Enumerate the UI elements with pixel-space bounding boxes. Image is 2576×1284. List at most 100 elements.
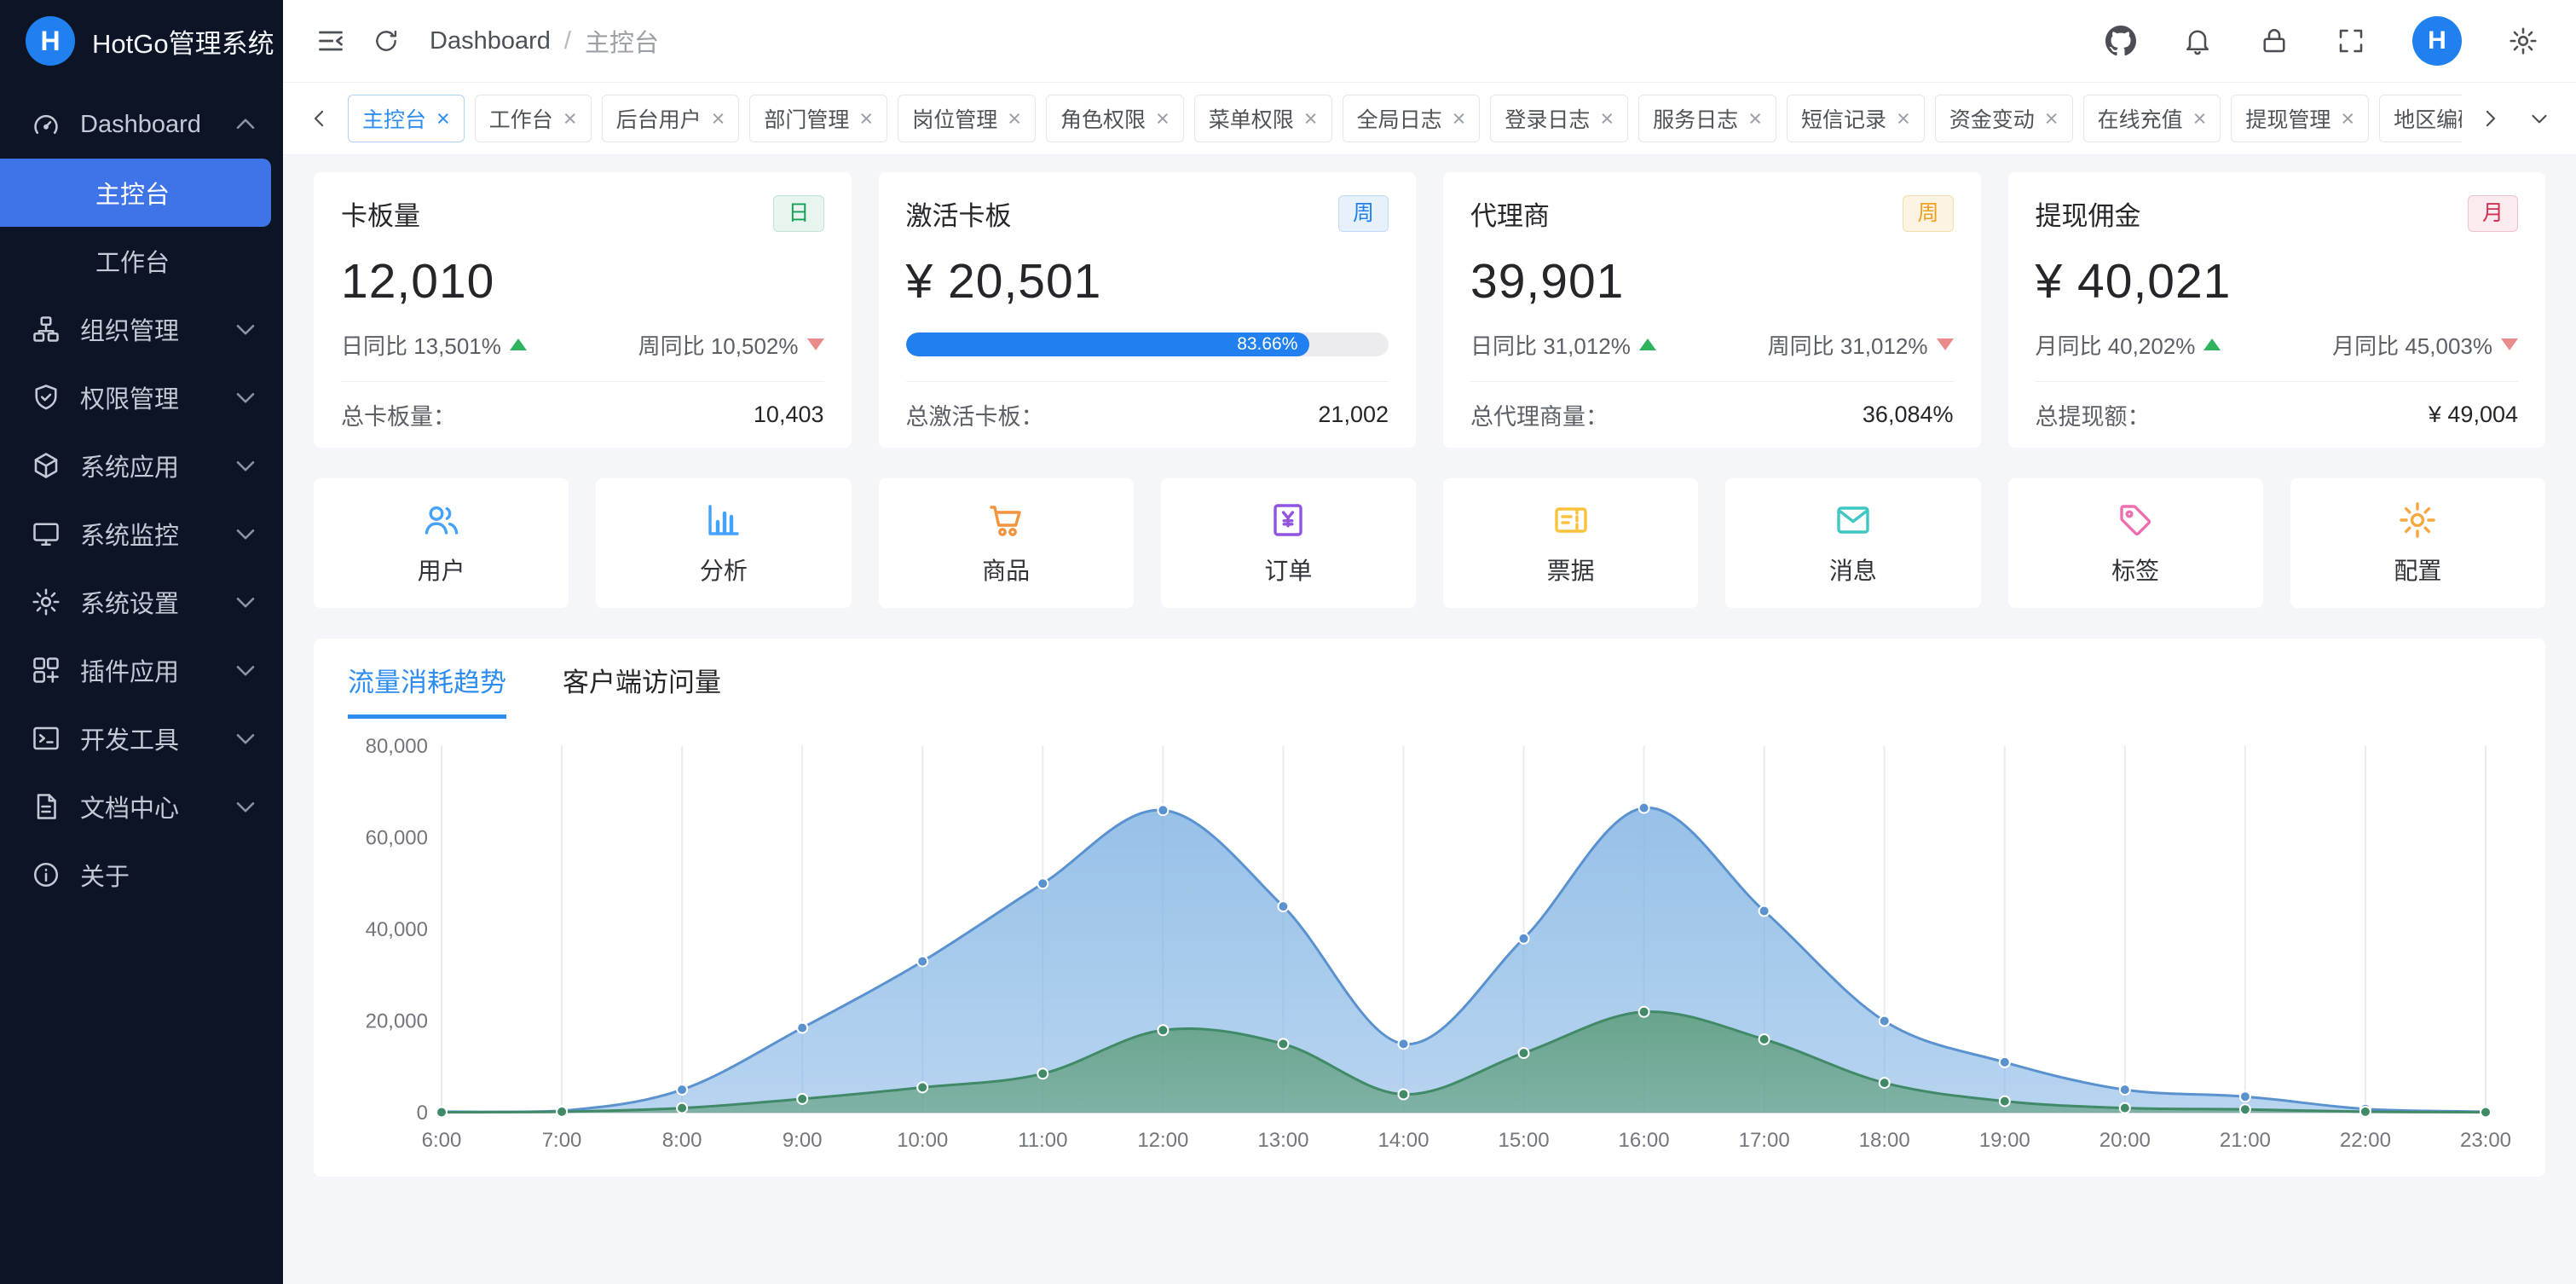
tab-close-icon[interactable]: × xyxy=(2045,107,2059,130)
lock-screen-button[interactable] xyxy=(2259,26,2290,56)
sidebar-item-system-monitor[interactable]: 系统监控 xyxy=(0,500,283,568)
tab-online-recharge[interactable]: 在线充值 × xyxy=(2083,95,2221,142)
sidebar-item-about[interactable]: 关于 xyxy=(0,841,283,909)
tab-withdraw-manage[interactable]: 提现管理× xyxy=(2231,95,2369,142)
sidebar-subitem-workbench[interactable]: 工作台 xyxy=(0,227,271,295)
tab-close-icon[interactable]: × xyxy=(1748,107,1762,130)
sidebar-item-organization[interactable]: 组织管理 xyxy=(0,295,283,363)
stat-card-card-volume: 卡板量日12,010日同比 13,501%周同比 10,502%总卡板量：10,… xyxy=(314,172,852,448)
tab-service-log[interactable]: 服务日志× xyxy=(1638,95,1776,142)
tab-backend-user[interactable]: 后台用户× xyxy=(602,95,740,142)
tab-login-log[interactable]: 登录日志× xyxy=(1490,95,1628,142)
shortcut-tags[interactable]: 标签 xyxy=(2008,478,2263,608)
stat-card-progress: 83.66% xyxy=(906,327,1389,362)
sidebar-item-permission[interactable]: 权限管理 xyxy=(0,363,283,431)
github-button[interactable] xyxy=(2105,26,2136,56)
tabs-scroll-right-button[interactable] xyxy=(2477,106,2503,131)
tabs-scroll-left-button[interactable] xyxy=(307,106,332,131)
tab-close-icon[interactable]: × xyxy=(1156,107,1170,130)
stat-card-badge: 月 xyxy=(2468,195,2518,232)
app-logo[interactable]: H HotGo管理系统 xyxy=(0,0,283,82)
sidebar-item-dashboard[interactable]: Dashboard xyxy=(0,90,283,159)
breadcrumb-item-dashboard[interactable]: Dashboard xyxy=(430,27,551,55)
stat-card-header: 提现佣金月 xyxy=(2036,194,2519,233)
sidebar-subitem-label: 工作台 xyxy=(95,243,170,279)
tab-role-permission[interactable]: 角色权限× xyxy=(1046,95,1184,142)
settings-button[interactable] xyxy=(2508,26,2538,56)
sidebar-item-plugin[interactable]: 插件应用 xyxy=(0,636,283,704)
sidebar-item-label: 系统监控 xyxy=(80,516,211,552)
avatar[interactable]: H xyxy=(2412,16,2462,66)
tab-label: 在线充值 xyxy=(2098,103,2183,134)
tab-close-icon[interactable]: × xyxy=(2341,107,2354,130)
sidebar-item-devtools[interactable]: 开发工具 xyxy=(0,704,283,772)
sidebar-item-label: 系统设置 xyxy=(80,584,211,620)
refresh-button[interactable] xyxy=(372,26,401,55)
document-icon xyxy=(31,791,61,822)
shortcut-tickets[interactable]: 票据 xyxy=(1443,478,1698,608)
notifications-button[interactable] xyxy=(2182,26,2213,56)
stat-metric: 日同比 31,012% xyxy=(1470,329,1656,361)
trend-up-icon xyxy=(1639,338,1656,350)
tab-global-log[interactable]: 全局日志× xyxy=(1343,95,1481,142)
tab-label: 菜单权限 xyxy=(1209,103,1294,134)
sidebar-item-system-app[interactable]: 系统应用 xyxy=(0,431,283,500)
fullscreen-button[interactable] xyxy=(2336,26,2366,56)
shortcut-config[interactable]: 配置 xyxy=(2290,478,2545,608)
chart-tab-client-visits[interactable]: 客户端访问量 xyxy=(563,661,721,719)
stat-card-badge: 周 xyxy=(1903,195,1953,232)
tab-close-icon[interactable]: × xyxy=(1008,107,1021,130)
tab-label: 工作台 xyxy=(489,103,553,134)
tab-region-code[interactable]: 地区编码× xyxy=(2379,95,2462,142)
svg-text:16:00: 16:00 xyxy=(1619,1129,1670,1152)
page-content: 卡板量日12,010日同比 13,501%周同比 10,502%总卡板量：10,… xyxy=(283,155,2576,1284)
chart-tab-traffic-trend[interactable]: 流量消耗趋势 xyxy=(348,661,506,719)
sidebar-item-docs[interactable]: 文档中心 xyxy=(0,772,283,841)
tab-close-icon[interactable]: × xyxy=(1304,107,1318,130)
stat-card-title: 激活卡板 xyxy=(906,194,1012,233)
header: Dashboard / 主控台 H xyxy=(283,0,2576,82)
tab-controls xyxy=(2477,106,2552,131)
tab-close-icon[interactable]: × xyxy=(436,107,450,130)
sidebar-item-label: 插件应用 xyxy=(80,652,211,688)
shortcuts-row: 用户分析商品订单票据消息标签 配置 xyxy=(314,478,2545,608)
tabs-menu-button[interactable] xyxy=(2527,106,2552,131)
shortcut-analysis[interactable]: 分析 xyxy=(596,478,851,608)
stat-card-footer: 总卡板量：10,403 xyxy=(341,381,824,448)
tab-post[interactable]: 岗位管理× xyxy=(898,95,1036,142)
tab-menu-permission[interactable]: 菜单权限 × xyxy=(1194,95,1332,142)
shortcut-users[interactable]: 用户 xyxy=(314,478,569,608)
svg-text:17:00: 17:00 xyxy=(1739,1129,1790,1152)
tab-close-icon[interactable]: × xyxy=(2193,107,2207,130)
tab-close-icon[interactable]: × xyxy=(563,107,577,130)
tab-label: 主控台 xyxy=(362,103,426,134)
shortcut-orders[interactable]: 订单 xyxy=(1161,478,1416,608)
tab-sms-record[interactable]: 短信记录× xyxy=(1787,95,1925,142)
chevron-down-icon xyxy=(230,655,261,685)
tab-close-icon[interactable]: × xyxy=(712,107,725,130)
tab-close-icon[interactable]: × xyxy=(1600,107,1614,130)
shortcut-goods[interactable]: 商品 xyxy=(879,478,1134,608)
menu-collapse-icon xyxy=(314,24,348,58)
monitor-icon xyxy=(31,518,61,549)
sidebar-subitem-console[interactable]: 主控台 xyxy=(0,159,271,227)
tab-close-icon[interactable]: × xyxy=(1453,107,1466,130)
menu-collapse-button[interactable] xyxy=(314,24,348,58)
tab-label: 部门管理 xyxy=(764,103,849,134)
tab-department[interactable]: 部门管理 × xyxy=(749,95,887,142)
shortcut-label: 标签 xyxy=(2111,552,2159,587)
chevron-down-icon xyxy=(230,314,261,344)
tab-workbench[interactable]: 工作台 × xyxy=(475,95,592,142)
gear-icon xyxy=(31,587,61,617)
tab-console[interactable]: 主控台 × xyxy=(348,95,465,142)
stat-card-withdraw-commission: 提现佣金月¥ 40,021月同比 40,202%月同比 45,003%总提现额：… xyxy=(2008,172,2546,448)
sidebar-item-system-setting[interactable]: 系统设置 xyxy=(0,568,283,636)
stats-row: 卡板量日12,010日同比 13,501%周同比 10,502%总卡板量：10,… xyxy=(314,172,2545,448)
stat-card-badge: 周 xyxy=(1338,195,1389,232)
tab-close-icon[interactable]: × xyxy=(859,107,873,130)
tab-close-icon[interactable]: × xyxy=(1897,107,1910,130)
shortcut-messages[interactable]: 消息 xyxy=(1725,478,1980,608)
tab-fund-change[interactable]: 资金变动× xyxy=(1935,95,2073,142)
sidebar: H HotGo管理系统 Dashboard主控台工作台组织管理权限管理系统应用系… xyxy=(0,0,283,1284)
chevron-right-icon xyxy=(2477,106,2503,131)
